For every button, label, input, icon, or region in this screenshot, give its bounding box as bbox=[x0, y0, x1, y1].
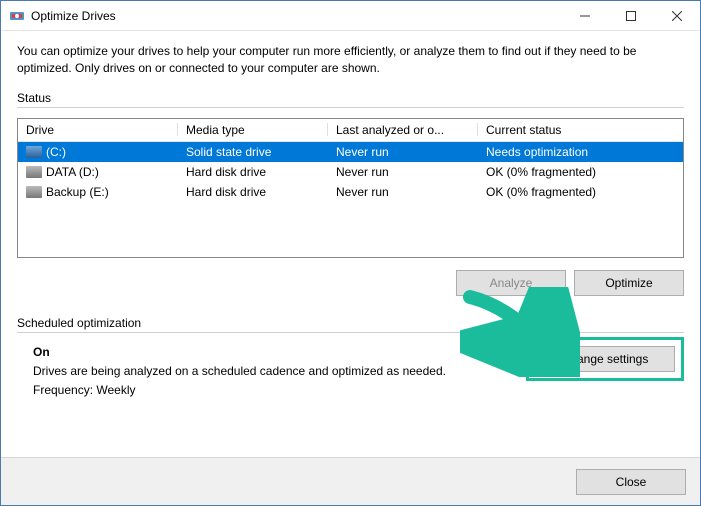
cell-media: Hard disk drive bbox=[178, 182, 328, 202]
analyze-button[interactable]: Analyze bbox=[456, 270, 566, 296]
drive-list[interactable]: Drive Media type Last analyzed or o... C… bbox=[17, 118, 684, 258]
col-media[interactable]: Media type bbox=[178, 119, 328, 142]
status-group-label: Status bbox=[17, 91, 684, 105]
table-header-row: Drive Media type Last analyzed or o... C… bbox=[18, 119, 683, 142]
cell-media: Hard disk drive bbox=[178, 162, 328, 182]
col-last[interactable]: Last analyzed or o... bbox=[328, 119, 478, 142]
drive-icon bbox=[26, 146, 42, 158]
cell-last: Never run bbox=[328, 182, 478, 202]
sched-group-label: Scheduled optimization bbox=[17, 316, 684, 330]
cell-status: OK (0% fragmented) bbox=[478, 162, 683, 182]
minimize-button[interactable] bbox=[562, 1, 608, 30]
window-title: Optimize Drives bbox=[31, 9, 562, 23]
cell-status: OK (0% fragmented) bbox=[478, 182, 683, 202]
drive-icon bbox=[26, 186, 42, 198]
table-row[interactable]: DATA (D:) Hard disk driveNever runOK (0% … bbox=[18, 162, 683, 182]
table-row[interactable]: Backup (E:) Hard disk driveNever runOK (0… bbox=[18, 182, 683, 202]
divider bbox=[17, 332, 684, 333]
close-dialog-button[interactable]: Close bbox=[576, 469, 686, 495]
cell-last: Never run bbox=[328, 162, 478, 182]
close-button[interactable] bbox=[654, 1, 700, 30]
divider bbox=[17, 107, 684, 108]
maximize-button[interactable] bbox=[608, 1, 654, 30]
intro-text: You can optimize your drives to help you… bbox=[17, 43, 684, 77]
drive-icon bbox=[26, 166, 42, 178]
sched-freq: Frequency: Weekly bbox=[33, 381, 684, 400]
change-settings-button[interactable]: Change settings bbox=[535, 346, 675, 372]
highlight-box: Change settings bbox=[526, 337, 684, 381]
drive-name: Backup (E:) bbox=[46, 185, 109, 199]
col-status[interactable]: Current status bbox=[478, 119, 683, 142]
col-drive[interactable]: Drive bbox=[18, 119, 178, 142]
cell-last: Never run bbox=[328, 141, 478, 162]
app-icon bbox=[9, 8, 25, 24]
dialog-footer: Close bbox=[1, 457, 700, 505]
title-bar: Optimize Drives bbox=[1, 1, 700, 31]
cell-media: Solid state drive bbox=[178, 141, 328, 162]
optimize-button[interactable]: Optimize bbox=[574, 270, 684, 296]
table-row[interactable]: (C:) Solid state driveNever runNeeds opti… bbox=[18, 141, 683, 162]
window-controls bbox=[562, 1, 700, 30]
drive-name: (C:) bbox=[46, 145, 66, 159]
drive-name: DATA (D:) bbox=[46, 165, 99, 179]
cell-status: Needs optimization bbox=[478, 141, 683, 162]
